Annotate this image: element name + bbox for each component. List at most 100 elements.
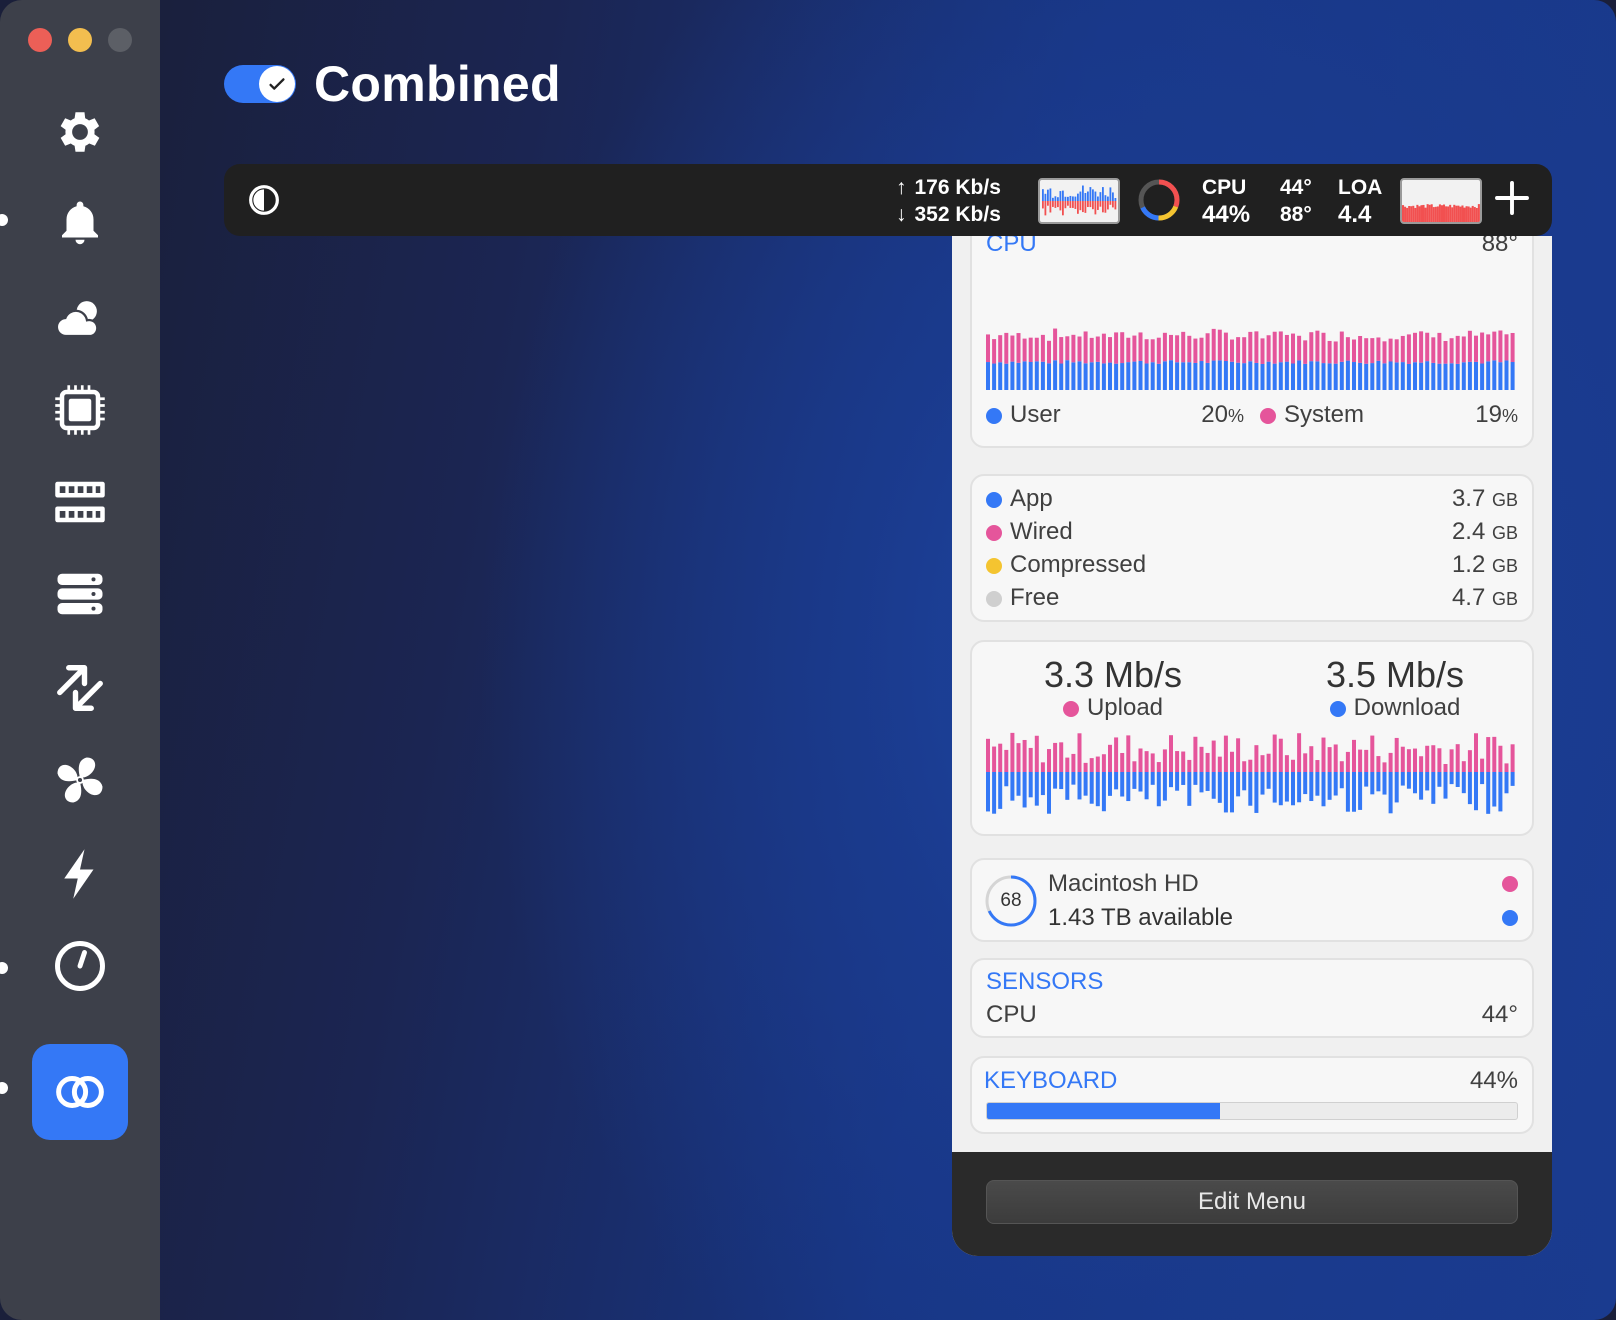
cpu-system-bar bbox=[1352, 339, 1356, 363]
cpu-system-bar bbox=[1492, 331, 1497, 361]
mini-download-bar bbox=[1077, 201, 1079, 214]
upload-bar bbox=[1169, 735, 1173, 772]
cpu-system-bar bbox=[1205, 333, 1210, 363]
download-bar bbox=[1040, 772, 1045, 796]
cpu-system-bar bbox=[1071, 334, 1076, 363]
mini-load-bar bbox=[1457, 205, 1460, 222]
mini-upload-bar bbox=[1074, 196, 1077, 201]
cpu-user-bar bbox=[1089, 362, 1094, 390]
cpu-user-bar bbox=[1486, 361, 1491, 390]
zoom-window-button[interactable] bbox=[108, 28, 132, 52]
enable-toggle[interactable] bbox=[224, 65, 296, 103]
upload-bar bbox=[1260, 755, 1265, 772]
download-bar bbox=[1230, 772, 1234, 813]
download-bar bbox=[1510, 772, 1515, 786]
cpu-system-label: System bbox=[1284, 401, 1365, 428]
mini-load-bar bbox=[1473, 207, 1476, 222]
sidebar-item-settings[interactable] bbox=[32, 84, 128, 180]
upload-bar bbox=[1236, 738, 1241, 772]
sidebar-item-notifications[interactable] bbox=[32, 176, 128, 272]
cpu-system-bar bbox=[1345, 337, 1350, 361]
sidebar-item-disk[interactable] bbox=[32, 546, 128, 642]
fan-icon bbox=[57, 757, 103, 803]
edit-menu-button[interactable]: Edit Menu bbox=[986, 1180, 1518, 1224]
mini-load-bar bbox=[1465, 206, 1468, 222]
sidebar-item-network[interactable] bbox=[32, 640, 128, 736]
mini-download-bar bbox=[1064, 201, 1067, 209]
memory-label: Wired bbox=[1010, 518, 1073, 545]
cpu-system-bar bbox=[1431, 337, 1436, 363]
keyboard-card[interactable]: KEYBOARD 44% bbox=[970, 1056, 1534, 1134]
upload-bar bbox=[1138, 748, 1143, 772]
cpu-system-bar bbox=[1443, 340, 1448, 364]
add-item-icon[interactable] bbox=[1494, 180, 1530, 216]
network-card[interactable]: 3.3 Mb/s Upload 3.5 Mb/s Download bbox=[970, 640, 1534, 836]
mini-upload-bar bbox=[1077, 193, 1079, 201]
upload-bar bbox=[1413, 748, 1417, 772]
cpu-system-bar bbox=[1217, 329, 1222, 361]
menubar-load[interactable]: LOA 4.4 bbox=[1338, 174, 1382, 228]
cpu-card[interactable]: CPU 88° User 20% System 19% bbox=[970, 236, 1534, 448]
memory-row: Compressed 1.2 GB bbox=[986, 550, 1518, 580]
download-bar bbox=[1211, 772, 1216, 799]
sidebar-item-cpu[interactable] bbox=[32, 362, 128, 458]
cpu-system-bar bbox=[1126, 337, 1131, 363]
cpu-user-bar bbox=[1419, 362, 1424, 390]
sidebar-item-memory[interactable] bbox=[32, 454, 128, 550]
upload-bar bbox=[1083, 762, 1088, 772]
cpu-user-bar bbox=[992, 363, 997, 390]
mini-upload-bar bbox=[1059, 191, 1062, 201]
mini-upload-bar bbox=[1069, 195, 1072, 201]
cpu-ring-icon[interactable] bbox=[1136, 177, 1182, 223]
sensors-card[interactable]: SENSORS CPU 44° bbox=[970, 958, 1534, 1038]
cpu-user-bar bbox=[1150, 362, 1155, 390]
upload-bar bbox=[1303, 753, 1308, 772]
menubar-network-graph[interactable] bbox=[1038, 178, 1120, 224]
upload-bar bbox=[1437, 748, 1442, 772]
mini-download-bar bbox=[1089, 201, 1092, 208]
sidebar-item-combined[interactable] bbox=[32, 1044, 128, 1140]
download-bar bbox=[1394, 772, 1399, 803]
upload-bar bbox=[1077, 733, 1082, 772]
minimize-window-button[interactable] bbox=[68, 28, 92, 52]
mini-download-bar bbox=[1094, 201, 1097, 215]
download-bar bbox=[1358, 772, 1363, 810]
download-bar bbox=[1443, 772, 1448, 799]
cpu-user-bar bbox=[1309, 361, 1314, 390]
cpu-user-bar bbox=[1181, 362, 1186, 390]
menubar-cpu[interactable]: CPU 44% bbox=[1202, 174, 1250, 228]
menubar-load-graph[interactable] bbox=[1400, 178, 1482, 224]
download-bar bbox=[986, 772, 990, 812]
cpu-user-bar bbox=[1095, 361, 1100, 390]
memory-card[interactable]: App 3.7 GB Wired 2.4 GB Compressed 1.2 G… bbox=[970, 474, 1534, 622]
close-window-button[interactable] bbox=[28, 28, 52, 52]
cpu-user-bar bbox=[998, 362, 1003, 390]
download-bar bbox=[1400, 772, 1405, 786]
cpu-system-bar bbox=[1144, 339, 1149, 364]
upload-bar bbox=[1010, 732, 1015, 772]
sidebar-item-time[interactable] bbox=[32, 918, 128, 1014]
cpu-system-bar bbox=[1358, 335, 1363, 363]
upload-bar bbox=[1425, 745, 1430, 772]
menubar-network-speeds[interactable]: ↑ 176 Kb/s ↓ 352 Kb/s bbox=[896, 174, 1001, 228]
sidebar-item-fans[interactable] bbox=[32, 732, 128, 828]
cpu-system-bar bbox=[1108, 337, 1112, 363]
mini-download-bar bbox=[1047, 201, 1049, 206]
menubar-temps[interactable]: 44° 88° bbox=[1280, 174, 1312, 228]
sidebar-item-battery[interactable] bbox=[32, 826, 128, 922]
cpu-user-bar bbox=[1156, 363, 1161, 390]
upload-bar bbox=[992, 746, 997, 772]
download-bar bbox=[1077, 772, 1082, 800]
download-bar bbox=[1083, 772, 1088, 796]
upload-bar bbox=[1352, 739, 1356, 772]
mini-load-bar bbox=[1449, 204, 1452, 222]
upload-bar bbox=[1004, 749, 1009, 772]
cpu-system-bar bbox=[1364, 338, 1369, 364]
disk-card[interactable]: 68 Macintosh HD 1.43 TB available bbox=[970, 858, 1534, 942]
sidebar-indicator-dot bbox=[0, 1082, 8, 1094]
contrast-icon[interactable] bbox=[248, 184, 280, 216]
mini-upload-bar bbox=[1054, 196, 1057, 201]
mini-upload-bar bbox=[1097, 196, 1099, 201]
sidebar-item-weather[interactable] bbox=[32, 270, 128, 366]
cpu-system-bar bbox=[1047, 340, 1051, 364]
